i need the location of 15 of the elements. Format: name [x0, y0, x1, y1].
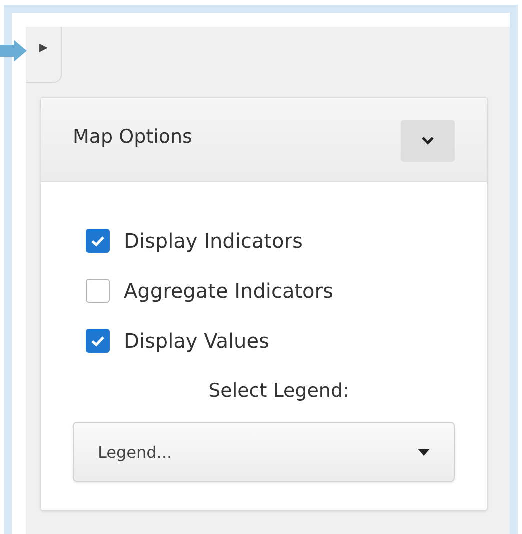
checkbox[interactable] [86, 229, 110, 253]
checkbox[interactable] [86, 329, 110, 353]
checkbox-label: Aggregate Indicators [124, 279, 334, 303]
chevron-icon [421, 136, 435, 146]
pointer-arrow-icon [0, 40, 27, 62]
checkbox-label: Display Indicators [124, 229, 303, 253]
checkbox-label: Display Values [124, 329, 270, 353]
checkmark-icon [91, 336, 105, 346]
legend-label: Select Legend: [208, 380, 350, 402]
panel-toggle-button[interactable]: ▶ [26, 27, 62, 83]
legend-select[interactable]: Legend... [73, 422, 455, 482]
panel-title: Map Options [73, 126, 192, 148]
checkbox[interactable] [86, 279, 110, 303]
checkmark-icon [91, 236, 105, 246]
caret-icon [418, 448, 430, 456]
